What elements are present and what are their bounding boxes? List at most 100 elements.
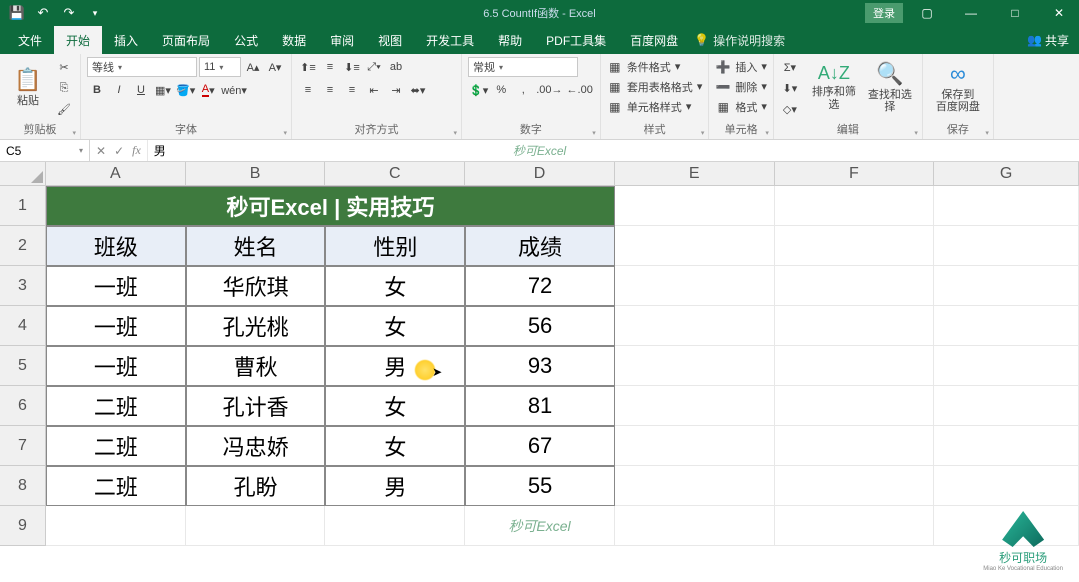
merge-icon[interactable]: ⬌▾: [408, 80, 428, 100]
cell[interactable]: 55: [465, 466, 615, 506]
save-icon[interactable]: 💾: [6, 2, 28, 24]
cell[interactable]: 女: [325, 266, 465, 306]
cell[interactable]: 女: [325, 426, 465, 466]
col-header[interactable]: B: [186, 162, 326, 186]
cell[interactable]: [934, 186, 1079, 226]
row-header[interactable]: 5: [0, 346, 46, 386]
tell-me-search[interactable]: 💡 操作说明搜索: [694, 32, 785, 49]
title-cell[interactable]: 秒可Excel | 实用技巧: [46, 186, 615, 226]
cell[interactable]: 81: [465, 386, 615, 426]
comma-icon[interactable]: ,: [513, 80, 533, 100]
format-cells-button[interactable]: ▦格式 ▾: [715, 97, 767, 116]
select-all-corner[interactable]: [0, 162, 46, 186]
tab-review[interactable]: 审阅: [318, 26, 366, 55]
align-right-icon[interactable]: ≡: [342, 80, 362, 100]
cell[interactable]: [934, 466, 1079, 506]
tab-home[interactable]: 开始: [54, 26, 102, 55]
header-cell[interactable]: 性别: [325, 226, 465, 266]
qat-customize-icon[interactable]: ▾: [84, 2, 106, 24]
col-header[interactable]: A: [46, 162, 186, 186]
fill-color-icon[interactable]: 🪣▾: [175, 80, 196, 100]
maximize-icon[interactable]: □: [995, 0, 1035, 26]
close-icon[interactable]: ✕: [1039, 0, 1079, 26]
cell[interactable]: [775, 266, 935, 306]
row-header[interactable]: 6: [0, 386, 46, 426]
cell[interactable]: 一班: [46, 266, 186, 306]
cut-icon[interactable]: ✂: [54, 57, 74, 77]
number-format-combo[interactable]: 常规▾: [468, 57, 578, 77]
cell[interactable]: 孔盼: [186, 466, 326, 506]
increase-font-icon[interactable]: A▴: [243, 57, 263, 77]
col-header[interactable]: G: [934, 162, 1079, 186]
tab-baidu[interactable]: 百度网盘: [618, 26, 690, 55]
cell[interactable]: 孔光桃: [186, 306, 326, 346]
enter-icon[interactable]: ✓: [114, 144, 124, 158]
font-color-icon[interactable]: A▾: [198, 80, 218, 100]
paste-button[interactable]: 📋 粘贴: [6, 57, 50, 117]
col-header[interactable]: E: [615, 162, 775, 186]
header-cell[interactable]: 成绩: [465, 226, 615, 266]
cell[interactable]: [775, 386, 935, 426]
name-box[interactable]: C5▾: [0, 140, 90, 161]
cell[interactable]: [615, 506, 775, 546]
cell[interactable]: 一班: [46, 306, 186, 346]
share-button[interactable]: 👥 共享: [1017, 28, 1079, 53]
percent-icon[interactable]: %: [491, 80, 511, 100]
tab-insert[interactable]: 插入: [102, 26, 150, 55]
tab-file[interactable]: 文件: [6, 26, 54, 55]
align-center-icon[interactable]: ≡: [320, 80, 340, 100]
fx-icon[interactable]: fx: [132, 143, 141, 158]
login-button[interactable]: 登录: [865, 3, 903, 23]
cell[interactable]: [775, 426, 935, 466]
row-header[interactable]: 7: [0, 426, 46, 466]
cell[interactable]: [934, 386, 1079, 426]
cell[interactable]: [615, 186, 775, 226]
cell[interactable]: [775, 306, 935, 346]
align-middle-icon[interactable]: ≡: [320, 57, 340, 77]
cell-c5-active[interactable]: 男 ➤: [325, 346, 465, 386]
cell[interactable]: 一班: [46, 346, 186, 386]
tab-formula[interactable]: 公式: [222, 26, 270, 55]
cell[interactable]: [934, 306, 1079, 346]
cell[interactable]: 二班: [46, 466, 186, 506]
cell[interactable]: [775, 466, 935, 506]
sort-filter-button[interactable]: A↓Z 排序和筛选: [808, 57, 860, 117]
decrease-font-icon[interactable]: A▾: [265, 57, 285, 77]
cell[interactable]: [186, 506, 326, 546]
copy-icon[interactable]: ⎘: [54, 78, 74, 98]
row-header[interactable]: 1: [0, 186, 46, 226]
cell[interactable]: 二班: [46, 386, 186, 426]
autosum-icon[interactable]: Σ▾: [780, 57, 800, 77]
header-cell[interactable]: 班级: [46, 226, 186, 266]
bold-button[interactable]: B: [87, 80, 107, 100]
font-size-combo[interactable]: 11▾: [199, 57, 241, 77]
col-header[interactable]: C: [325, 162, 465, 186]
conditional-format-button[interactable]: ▦条件格式 ▾: [607, 57, 681, 76]
cell[interactable]: 孔计香: [186, 386, 326, 426]
row-header[interactable]: 8: [0, 466, 46, 506]
cell[interactable]: [615, 346, 775, 386]
tab-pdf[interactable]: PDF工具集: [534, 26, 618, 55]
cell[interactable]: 男: [325, 466, 465, 506]
cell[interactable]: [934, 346, 1079, 386]
cell[interactable]: [615, 266, 775, 306]
redo-icon[interactable]: ↷: [58, 2, 80, 24]
italic-button[interactable]: I: [109, 80, 129, 100]
cancel-icon[interactable]: ✕: [96, 144, 106, 158]
tab-view[interactable]: 视图: [366, 26, 414, 55]
tab-dev[interactable]: 开发工具: [414, 26, 486, 55]
cell[interactable]: [934, 226, 1079, 266]
cell-styles-button[interactable]: ▦单元格样式 ▾: [607, 97, 692, 116]
formula-input[interactable]: 男: [148, 142, 1079, 159]
format-painter-icon[interactable]: 🖌: [54, 99, 74, 119]
row-header[interactable]: 3: [0, 266, 46, 306]
decrease-indent-icon[interactable]: ⇤: [364, 80, 384, 100]
cell[interactable]: 二班: [46, 426, 186, 466]
border-icon[interactable]: ▦▾: [153, 80, 173, 100]
cell[interactable]: [615, 226, 775, 266]
cell[interactable]: 67: [465, 426, 615, 466]
row-header[interactable]: 9: [0, 506, 46, 546]
cell[interactable]: [775, 186, 935, 226]
delete-cells-button[interactable]: ➖删除 ▾: [715, 77, 767, 96]
insert-cells-button[interactable]: ➕插入 ▾: [715, 57, 767, 76]
